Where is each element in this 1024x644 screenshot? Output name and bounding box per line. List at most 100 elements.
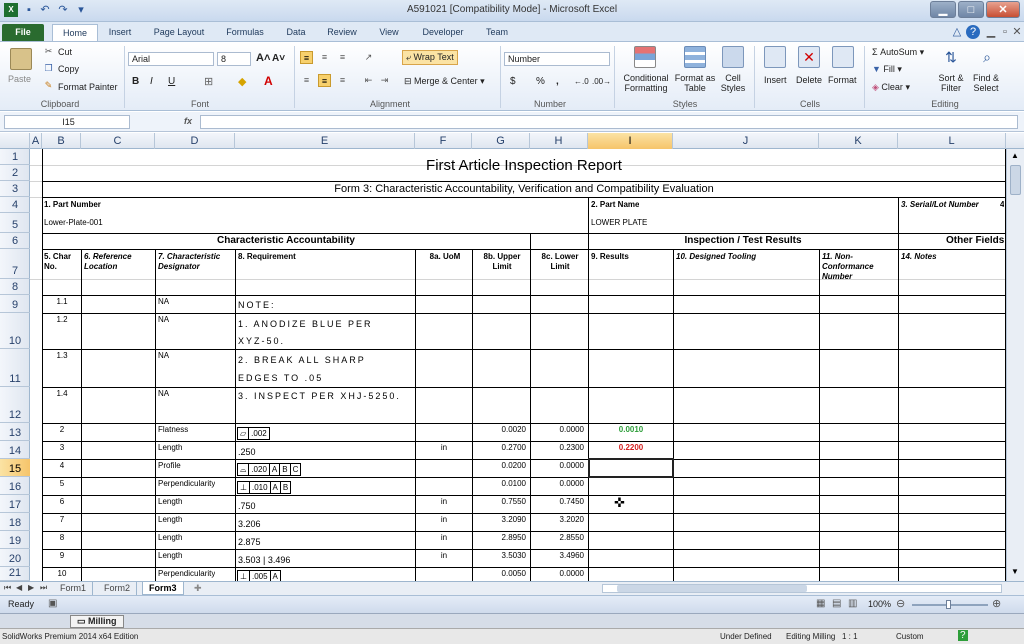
row-header[interactable]: 16 (0, 477, 30, 495)
upper-limit-cell[interactable]: 0.2700 (474, 443, 526, 453)
column-header[interactable]: J (673, 133, 819, 149)
lower-limit-cell[interactable]: 0.0000 (532, 569, 584, 579)
row-header[interactable]: 7 (0, 249, 30, 279)
char-no-cell[interactable]: 1.4 (44, 389, 80, 399)
row-header[interactable]: 18 (0, 513, 30, 531)
comma-button[interactable]: , (556, 76, 559, 87)
requirement-cell-line2[interactable]: EDGES TO .05 (238, 373, 323, 383)
zoom-out-icon[interactable]: ⊖ (896, 597, 905, 610)
format-painter-button[interactable]: Format Painter (58, 82, 118, 92)
requirement-cell[interactable]: 2.875 (238, 537, 261, 547)
underline-button[interactable]: U (168, 76, 175, 87)
row-header[interactable]: 19 (0, 531, 30, 549)
lower-limit-cell[interactable]: 0.0000 (532, 425, 584, 435)
designator-cell[interactable]: Length (158, 515, 182, 525)
row-header[interactable]: 12 (0, 387, 30, 423)
uom-cell[interactable]: in (418, 551, 470, 561)
lower-limit-cell[interactable]: 3.2020 (532, 515, 584, 525)
column-header[interactable]: B (42, 133, 81, 149)
column-header[interactable]: E (235, 133, 415, 149)
help-icon[interactable]: ? (958, 630, 968, 641)
delete-button[interactable]: Delete (796, 75, 822, 85)
tab-view[interactable]: View (370, 24, 408, 42)
designator-cell[interactable]: Profile (158, 461, 181, 471)
increase-decimal-icon[interactable]: ←.0 (574, 77, 589, 86)
autosum-button[interactable]: Σ AutoSum ▾ (872, 47, 924, 58)
italic-button[interactable]: I (150, 76, 153, 87)
row-header-selected[interactable]: 15 (0, 459, 30, 477)
requirement-cell[interactable]: 3.503 | 3.496 (238, 555, 290, 565)
upper-limit-cell[interactable]: 0.0200 (474, 461, 526, 471)
page-layout-view-icon[interactable]: ▤ (832, 598, 841, 609)
result-cell[interactable]: 0.2200 (591, 443, 671, 453)
cut-button[interactable]: Cut (58, 47, 72, 57)
next-sheet-icon[interactable]: ▶ (26, 582, 36, 595)
row-header[interactable]: 14 (0, 441, 30, 459)
row-header[interactable]: 21 (0, 567, 30, 581)
decrease-decimal-icon[interactable]: .00→ (592, 77, 611, 86)
format-as-table-button[interactable]: Format as Table (674, 73, 716, 93)
scroll-thumb[interactable] (1010, 165, 1021, 195)
upper-limit-cell[interactable]: 0.0020 (474, 425, 526, 435)
column-header[interactable]: K (819, 133, 898, 149)
lower-limit-cell[interactable]: 2.8550 (532, 533, 584, 543)
align-center-icon[interactable]: ≡ (318, 74, 331, 87)
lower-limit-cell[interactable]: 0.7450 (532, 497, 584, 507)
close-button[interactable]: ✕ (986, 1, 1020, 18)
decrease-indent-icon[interactable]: ⇤ (362, 74, 375, 87)
active-cell-selection[interactable] (588, 458, 674, 478)
designator-cell[interactable]: Perpendicularity (158, 479, 215, 489)
last-sheet-icon[interactable]: ⏭ (38, 582, 49, 595)
part-name-value[interactable]: LOWER PLATE (591, 218, 647, 228)
requirement-cell[interactable]: 1. ANODIZE BLUE PER (238, 319, 373, 329)
char-no-cell[interactable]: 1.1 (44, 297, 80, 307)
column-header[interactable]: D (155, 133, 235, 149)
conditional-formatting-button[interactable]: Conditional Formatting (620, 73, 672, 93)
upper-limit-cell[interactable]: 2.8950 (474, 533, 526, 543)
workbook-close-icon[interactable]: ✕ (1010, 25, 1024, 39)
maximize-button[interactable]: □ (958, 1, 984, 18)
bold-button[interactable]: B (132, 76, 139, 87)
tab-data[interactable]: Data (278, 24, 314, 42)
uom-cell[interactable]: in (418, 533, 470, 543)
designator-cell[interactable]: Length (158, 533, 182, 543)
char-no-cell[interactable]: 7 (44, 515, 80, 525)
lower-limit-cell[interactable]: 3.4960 (532, 551, 584, 561)
first-sheet-icon[interactable]: ⏮ (2, 582, 13, 595)
tab-page-layout[interactable]: Page Layout (146, 24, 212, 42)
tab-insert[interactable]: Insert (100, 24, 140, 42)
grow-font-icon[interactable]: A˄ (256, 52, 270, 64)
currency-button[interactable]: $ (510, 76, 516, 87)
sheet-tab-form2[interactable]: Form2 (98, 582, 138, 595)
align-left-icon[interactable]: ≡ (300, 74, 313, 87)
ribbon-minimize-icon[interactable]: △ (950, 25, 964, 39)
font-size-select[interactable]: 8 (217, 52, 251, 66)
char-no-cell[interactable]: 1.2 (44, 315, 80, 325)
designator-cell[interactable]: NA (158, 297, 169, 307)
requirement-cell[interactable]: 3. INSPECT PER XHJ-5250. (238, 391, 401, 401)
zoom-slider-thumb[interactable] (946, 600, 951, 609)
tab-team[interactable]: Team (478, 24, 516, 42)
lower-limit-cell[interactable]: 0.2300 (532, 443, 584, 453)
uom-cell[interactable]: in (418, 443, 470, 453)
column-header[interactable]: H (530, 133, 588, 149)
scroll-up-icon[interactable]: ▲ (1011, 151, 1019, 160)
percent-button[interactable]: % (536, 76, 545, 87)
vertical-scrollbar[interactable]: ▲ ▼ (1006, 149, 1024, 581)
align-middle-icon[interactable]: ≡ (318, 51, 331, 64)
normal-view-icon[interactable]: ▦ (816, 598, 825, 609)
align-top-icon[interactable]: ≡ (300, 51, 313, 64)
row-header[interactable]: 10 (0, 313, 30, 349)
name-box[interactable]: I15 (4, 115, 130, 129)
row-header[interactable]: 1 (0, 149, 30, 165)
upper-limit-cell[interactable]: 3.5030 (474, 551, 526, 561)
font-name-select[interactable]: Arial (128, 52, 214, 66)
orientation-icon[interactable]: ↗ (362, 51, 375, 64)
upper-limit-cell[interactable]: 0.0100 (474, 479, 526, 489)
find-select-button[interactable]: Find & Select (968, 73, 1004, 93)
minimize-button[interactable]: ▁ (930, 1, 956, 18)
copy-button[interactable]: Copy (58, 64, 79, 74)
designator-cell[interactable]: Flatness (158, 425, 188, 435)
horizontal-scroll-thumb[interactable] (617, 585, 807, 592)
number-format-select[interactable]: Number (504, 52, 610, 66)
